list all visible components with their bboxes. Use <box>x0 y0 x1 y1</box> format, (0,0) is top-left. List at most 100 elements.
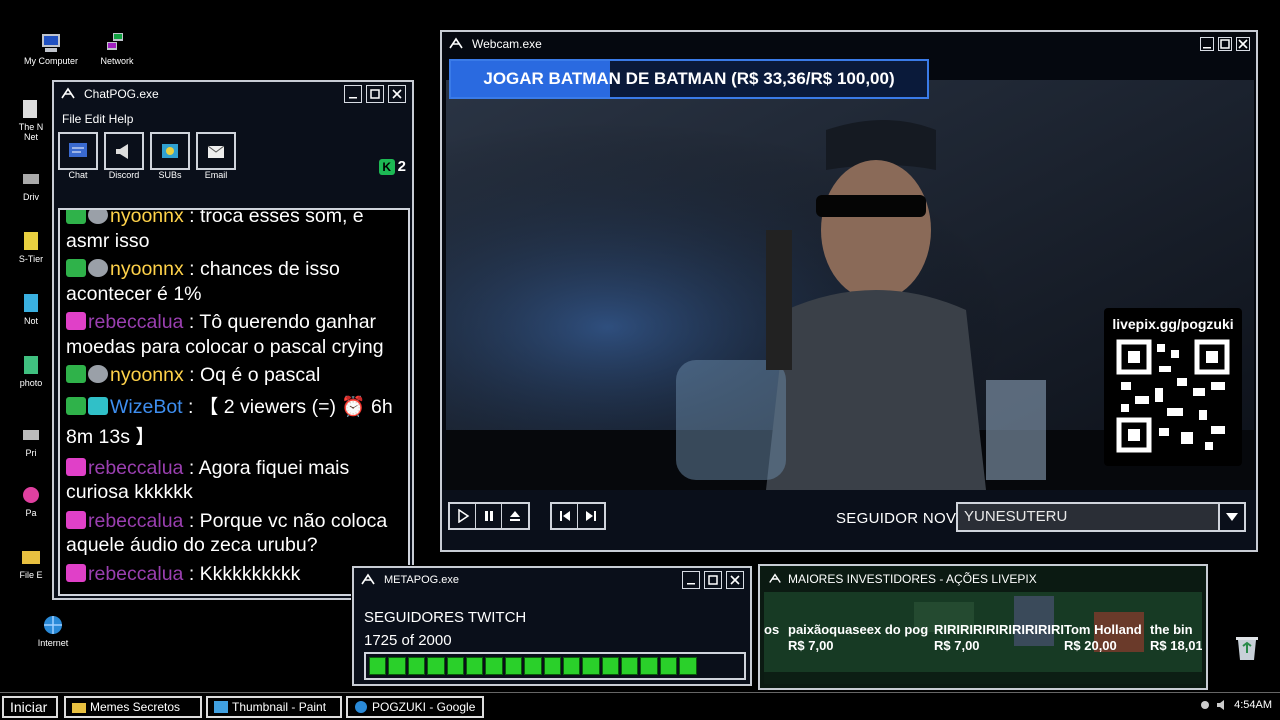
chevron-down-icon <box>1226 513 1238 521</box>
livepix-qr-panel[interactable]: livepix.gg/pogzuki <box>1104 308 1242 466</box>
goal-text: JOGAR BATMAN DE BATMAN (R$ 33,36/R$ 100,… <box>483 69 895 88</box>
tool-label: SUBs <box>158 170 182 180</box>
progress-segment <box>659 657 678 675</box>
file-icon <box>24 232 38 250</box>
clock: 4:54AM <box>1234 699 1272 711</box>
kick-icon: K <box>378 158 395 175</box>
new-follower-label: SEGUIDOR NOVO <box>836 510 969 527</box>
chat-username[interactable]: rebeccalua <box>88 563 183 585</box>
webcam-window: Webcam.exe livepix.gg/pogzuki JOGAR BATM… <box>440 30 1258 552</box>
chat-username[interactable]: nyoonnx <box>110 258 184 280</box>
desktop-icon-label: The N Net <box>18 122 44 142</box>
chat-username[interactable]: nyoonnx <box>110 364 184 386</box>
minimize-button[interactable] <box>682 571 700 589</box>
webcam-titlebar[interactable]: Webcam.exe <box>442 32 1256 56</box>
tool-chat[interactable]: Chat <box>58 132 98 180</box>
chat-username[interactable]: rebeccalua <box>88 457 183 479</box>
dropdown-button[interactable] <box>1218 504 1244 530</box>
progress-segment <box>582 657 600 675</box>
folder-icon <box>23 100 37 118</box>
chat-username[interactable]: rebeccalua <box>88 311 183 333</box>
next-button[interactable] <box>578 504 604 528</box>
eject-button[interactable] <box>502 504 528 528</box>
investors-list: os paixãoquaseex do pog R$ 7,00 RIRIRIRIR… <box>764 592 1202 684</box>
desktop-icon-net[interactable]: The N Net <box>12 98 50 142</box>
progress-segment <box>524 657 542 675</box>
investor-amount: R$ 7,00 <box>788 638 834 653</box>
printer-icon <box>23 430 39 440</box>
subs-icon <box>162 144 178 158</box>
minimize-icon <box>687 583 695 585</box>
taskbar-item-google[interactable]: POGZUKI - Google <box>346 696 484 718</box>
metapog-titlebar[interactable]: METAPOG.exe <box>354 568 750 592</box>
progress-segment <box>485 657 503 675</box>
new-follower-select[interactable]: YUNESUTERU <box>956 502 1246 532</box>
folder-icon <box>72 703 86 713</box>
play-button[interactable] <box>450 504 476 528</box>
chat-text: Kkkkkkkkkk <box>199 562 301 585</box>
investor-amount: R$ 20,00 <box>1064 638 1117 653</box>
investor-name: RIRIRIRIRIRIRIRIRIRI <box>934 622 1064 637</box>
taskbar-item-memes[interactable]: Memes Secretos <box>64 696 202 718</box>
close-icon <box>392 89 402 99</box>
tool-discord[interactable]: Discord <box>104 132 144 180</box>
progress-segment <box>543 657 561 675</box>
chat-titlebar[interactable]: ChatPOG.exe <box>54 82 412 106</box>
tool-subs[interactable]: SUBs <box>150 132 190 180</box>
follower-goal-count: 1725 of 2000 <box>364 632 452 649</box>
desktop-icon-paint[interactable]: Pa <box>12 484 50 518</box>
pause-icon <box>484 511 493 521</box>
minimize-button[interactable] <box>344 85 362 103</box>
desktop-icon-my-computer[interactable]: My Computer <box>16 32 86 66</box>
taskbar-item-paint[interactable]: Thumbnail - Paint <box>206 696 342 718</box>
investor-amount: R$ 7,00 <box>934 638 980 653</box>
investor-entry: Tom Holland R$ 20,00 <box>1064 622 1142 654</box>
desktop-icon-file-explorer[interactable]: File E <box>12 546 50 580</box>
desktop-icon-network[interactable]: Network <box>82 32 152 66</box>
badge-count: 2 <box>397 158 406 175</box>
start-button[interactable]: Iniciar <box>2 696 58 718</box>
investor-entry: paixãoquaseex do pog R$ 7,00 <box>788 622 928 654</box>
desktop-icon-drive[interactable]: Driv <box>12 168 50 202</box>
close-button[interactable] <box>388 85 406 103</box>
desktop-icon-s-tier[interactable]: S-Tier <box>12 230 50 264</box>
tool-email[interactable]: Email <box>196 132 236 180</box>
tool-label: Discord <box>108 170 140 180</box>
maximize-button[interactable] <box>704 571 722 589</box>
close-icon <box>1238 39 1248 49</box>
chat-message: nyoonnx : troca esses som, e asmr isso <box>66 210 402 253</box>
progress-segment <box>504 657 523 675</box>
chat-message: rebeccalua : Agora fiquei mais curiosa k… <box>66 456 350 503</box>
chat-username[interactable]: WizeBot <box>110 396 183 418</box>
chat-log[interactable]: nyoonnx : troca esses som, e asmr isso n… <box>58 208 410 596</box>
network-tray-icon[interactable] <box>1200 700 1210 710</box>
minimize-button[interactable] <box>1200 37 1214 51</box>
maximize-button[interactable] <box>366 85 384 103</box>
pause-button[interactable] <box>476 504 502 528</box>
skip-forward-icon <box>586 511 596 521</box>
paint-icon <box>23 487 39 503</box>
chat-username[interactable]: rebeccalua <box>88 510 183 532</box>
investor-entry: os <box>764 622 779 638</box>
desktop-icon-internet[interactable]: Internet <box>18 614 88 648</box>
recycle-bin-icon[interactable] <box>1234 634 1260 662</box>
previous-button[interactable] <box>552 504 578 528</box>
investors-titlebar[interactable]: MAIORES INVESTIDORES - AÇÕES LIVEPIX <box>760 566 1206 592</box>
desktop-icon-label: Internet <box>37 638 69 648</box>
window-title: MAIORES INVESTIDORES - AÇÕES LIVEPIX <box>788 572 1037 586</box>
desktop-icon-photo[interactable]: photo <box>12 354 50 388</box>
chat-toolbar: Chat Discord SUBs Email K 2 <box>54 130 412 182</box>
close-button[interactable] <box>1236 37 1250 51</box>
progress-segment <box>446 657 464 675</box>
progress-segment <box>407 657 426 675</box>
menu-bar[interactable]: File Edit Help <box>54 106 412 130</box>
desktop-icon-notepad[interactable]: Not <box>12 292 50 326</box>
close-button[interactable] <box>726 571 744 589</box>
chat-message: rebeccalua : Porque vc não coloca aquele… <box>66 509 388 556</box>
volume-icon[interactable] <box>1216 700 1228 710</box>
chat-username[interactable]: nyoonnx <box>110 210 184 227</box>
progress-segment <box>465 657 484 675</box>
sub-badge-icon <box>88 210 108 224</box>
desktop-icon-printer[interactable]: Pri <box>12 424 50 458</box>
maximize-button[interactable] <box>1218 37 1232 51</box>
